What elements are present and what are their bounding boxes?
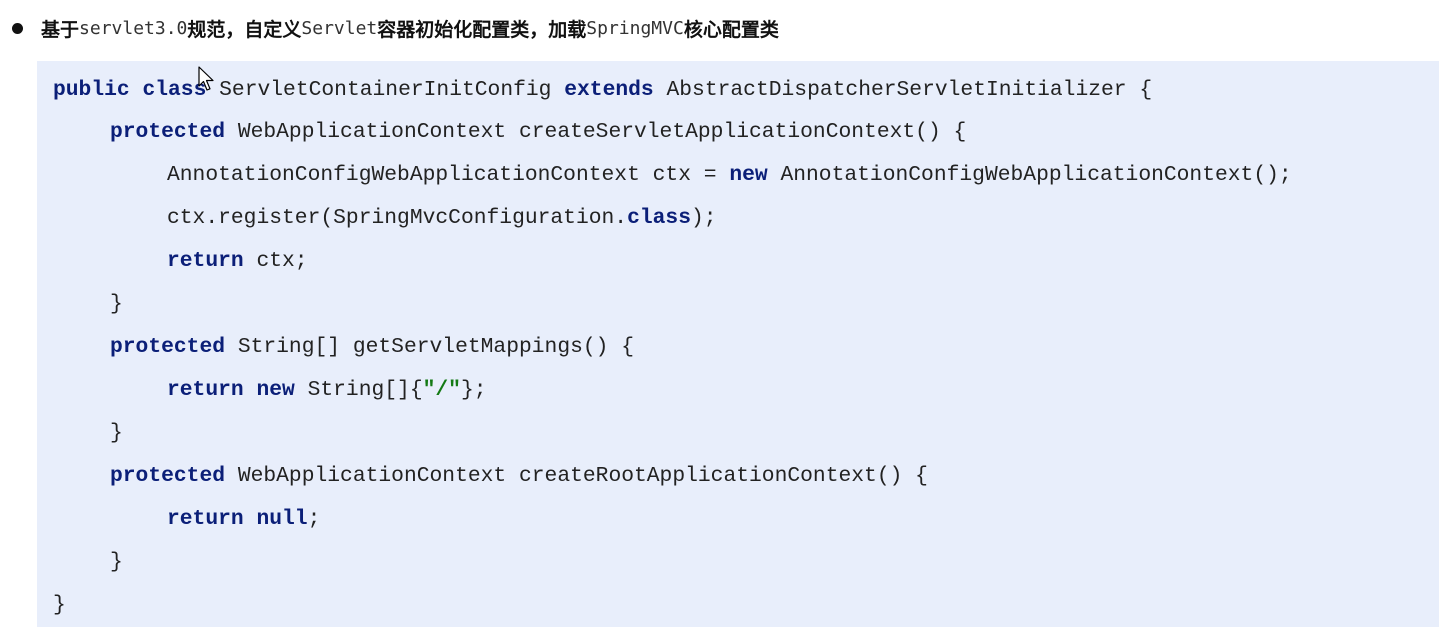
- code-text: }: [110, 421, 123, 445]
- code-keyword: null: [256, 507, 308, 531]
- code-keyword: protected: [110, 120, 226, 144]
- bullet-item: 基于 servlet3.0 规范，自定义 Servlet 容器初始化配置类，加载 Spri…: [12, 14, 779, 42]
- code-keyword: return: [167, 249, 244, 273]
- code-line-3: AnnotationConfigWebApplicationContext ct…: [53, 160, 1292, 190]
- code-text: ctx;: [256, 249, 308, 273]
- code-text: }: [53, 593, 66, 617]
- bullet-text-part: 核心配置类: [683, 18, 779, 41]
- code-text: ServletContainerInitConfig: [219, 78, 552, 102]
- code-line-11: return null;: [53, 504, 320, 534]
- bullet-text-part: 规范，自定义: [187, 18, 302, 41]
- code-line-2: protected WebApplicationContext createSe…: [53, 117, 966, 147]
- code-line-13: }: [53, 590, 66, 620]
- code-keyword: new: [729, 163, 768, 187]
- code-line-10: protected WebApplicationContext createRo…: [53, 461, 928, 491]
- code-block: public class ServletContainerInitConfig …: [37, 61, 1439, 627]
- code-text: AnnotationConfigWebApplicationContext ct…: [167, 163, 717, 187]
- code-keyword: return: [167, 378, 244, 402]
- code-keyword: extends: [564, 78, 654, 102]
- bullet-code-servlet: Servlet: [301, 17, 378, 39]
- code-text: }: [110, 292, 123, 316]
- code-text: AnnotationConfigWebApplicationContext();: [780, 163, 1292, 187]
- code-keyword: new: [256, 378, 295, 402]
- code-line-9: }: [53, 418, 123, 448]
- code-line-1: public class ServletContainerInitConfig …: [53, 75, 1152, 105]
- code-keyword: public: [53, 78, 130, 102]
- code-text: WebApplicationContext createRootApplicat…: [237, 464, 928, 488]
- code-text: ;: [307, 507, 321, 531]
- code-text: };: [460, 378, 487, 402]
- bullet-text-part: 基于: [41, 18, 80, 41]
- code-text: );: [691, 206, 717, 230]
- code-line-5: return ctx;: [53, 246, 308, 276]
- code-text: ctx.register(SpringMvcConfiguration.: [167, 206, 628, 230]
- code-line-7: protected String[] getServletMappings() …: [53, 332, 634, 362]
- code-keyword: protected: [110, 464, 226, 488]
- code-text: String[]{: [307, 378, 423, 402]
- code-text: String[] getServletMappings() {: [237, 335, 634, 359]
- code-text: AbstractDispatcherServletInitializer {: [666, 78, 1153, 102]
- code-text: }: [110, 550, 123, 574]
- code-string: "/": [422, 378, 461, 402]
- bullet-dot-icon: [12, 22, 23, 34]
- bullet-code-servlet-version: servlet3.0: [79, 17, 188, 39]
- code-keyword: class: [142, 78, 207, 102]
- code-keyword: protected: [110, 335, 226, 359]
- code-line-6: }: [53, 289, 123, 319]
- code-keyword: return: [167, 507, 244, 531]
- bullet-text-part: 容器初始化配置类，加载: [377, 18, 587, 41]
- bullet-code-springmvc: SpringMVC: [586, 17, 684, 39]
- code-line-8: return new String[]{"/"};: [53, 375, 487, 405]
- code-keyword: class: [627, 206, 691, 230]
- code-line-4: ctx.register(SpringMvcConfiguration.clas…: [53, 203, 717, 233]
- code-text: WebApplicationContext createServletAppli…: [237, 120, 967, 144]
- code-line-12: }: [53, 547, 123, 577]
